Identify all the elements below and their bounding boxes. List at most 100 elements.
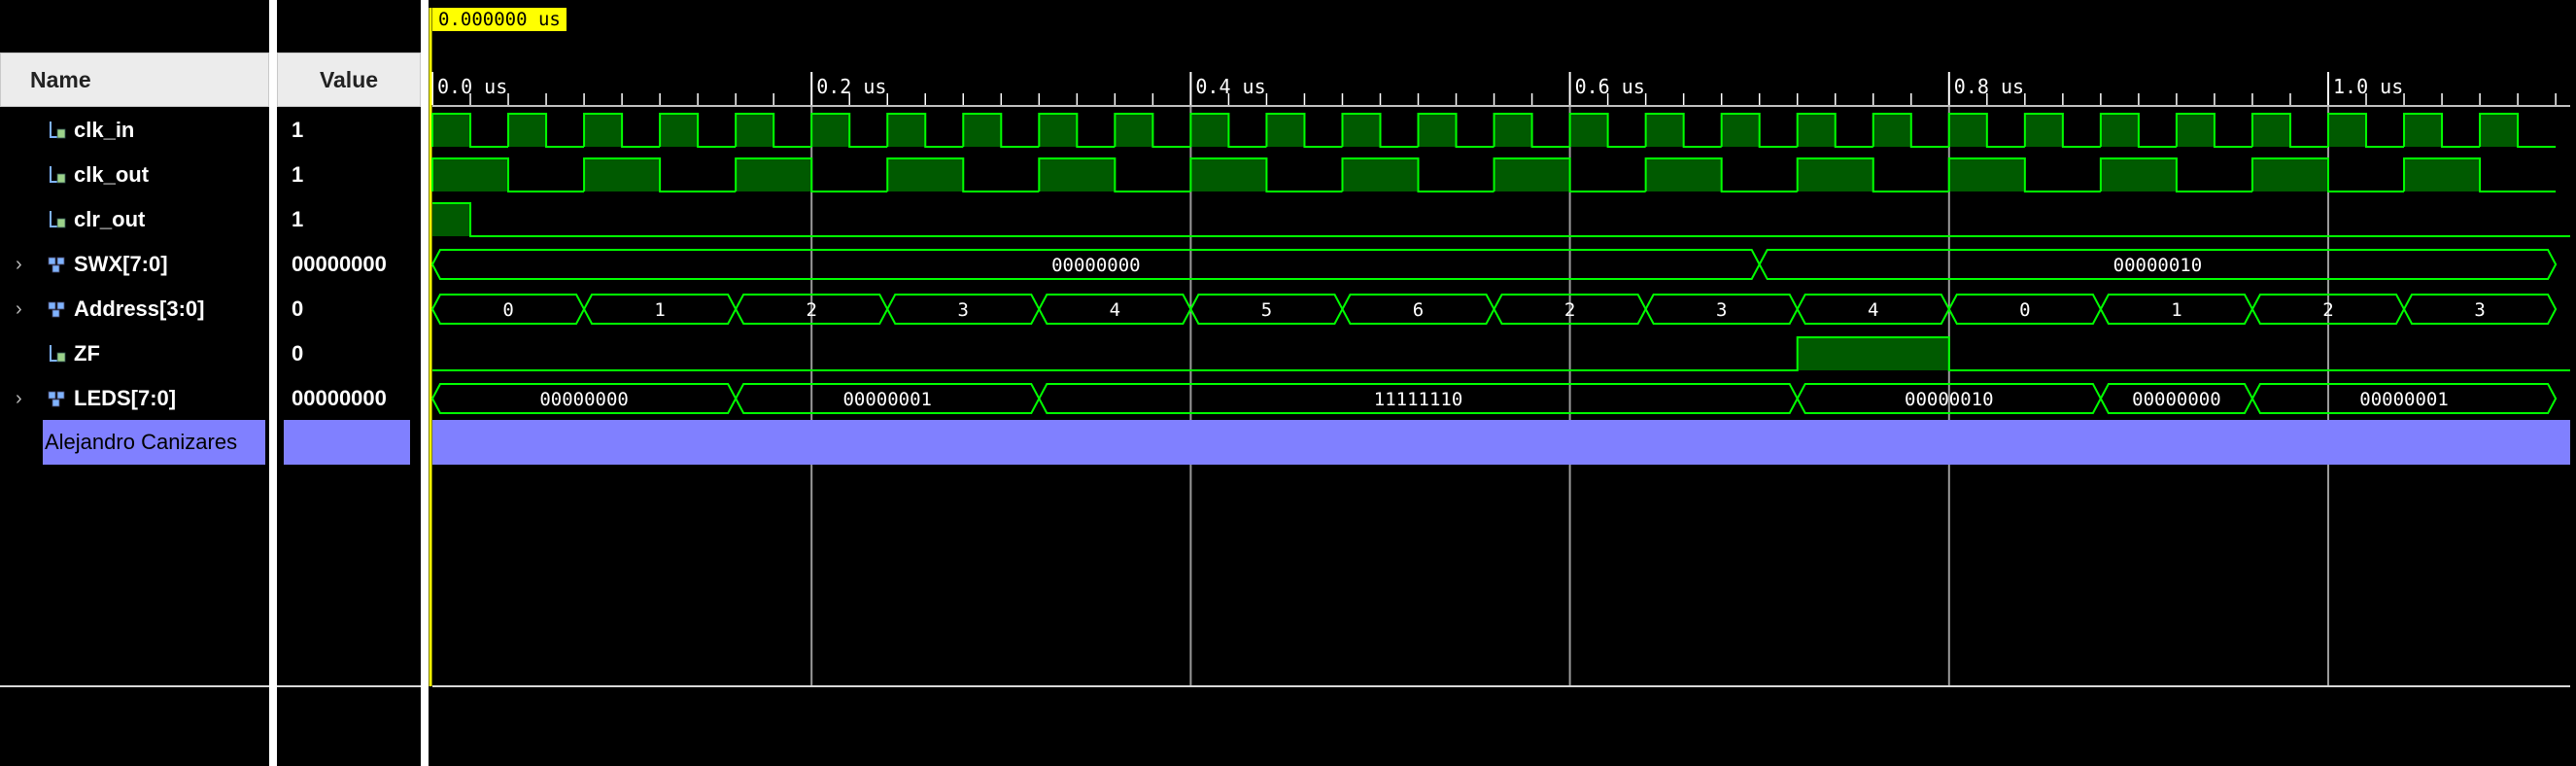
signal-row-clr-out[interactable]: clr_out bbox=[0, 197, 269, 242]
swx-value-label: 00000010 bbox=[2113, 255, 2203, 276]
expand-chevron-icon[interactable]: › bbox=[16, 287, 29, 331]
signal-name: LEDS[7:0] bbox=[74, 386, 177, 410]
panel-bottom-line bbox=[277, 685, 421, 687]
signal-row-clk-in[interactable]: clk_in bbox=[0, 108, 269, 153]
zf-trace bbox=[432, 336, 2570, 371]
clk-in-high-pulse bbox=[1115, 114, 1153, 147]
signal-value: 00000000 bbox=[292, 252, 387, 276]
address-value-label: 0 bbox=[502, 299, 513, 321]
names-panel: Name clk_in clk_out clr_out › SWX[7:0] ›… bbox=[0, 0, 269, 766]
signal-row-clk-out[interactable]: clk_out bbox=[0, 153, 269, 197]
clk-in-high-pulse bbox=[2328, 114, 2367, 147]
bus-signal-icon bbox=[47, 242, 68, 287]
clk-out-high-pulse bbox=[1342, 158, 1419, 192]
leds-value-label: 00000000 bbox=[539, 389, 629, 410]
divider-row-label[interactable]: Alejandro Canizares bbox=[43, 420, 265, 465]
clk-in-high-pulse bbox=[508, 114, 547, 147]
zf-high-pulse bbox=[1797, 337, 1949, 370]
panel-splitter[interactable] bbox=[421, 0, 429, 766]
address-value-label: 1 bbox=[654, 299, 665, 321]
clk-in-high-pulse bbox=[660, 114, 699, 147]
address-value-label: 2 bbox=[1564, 299, 1575, 321]
clr-out-high-pulse bbox=[432, 203, 471, 236]
signal-row-address[interactable]: › Address[3:0] bbox=[0, 287, 269, 331]
swx-value-label: 00000000 bbox=[1051, 255, 1141, 276]
signal-row-swx[interactable]: › SWX[7:0] bbox=[0, 242, 269, 287]
time-tick-label: 0.6 us bbox=[1575, 75, 1645, 98]
clk-in-high-pulse bbox=[1872, 114, 1911, 147]
leds-value-label: 00000010 bbox=[1905, 389, 1994, 410]
expand-chevron-icon[interactable]: › bbox=[16, 376, 29, 421]
clk-in-high-pulse bbox=[1494, 114, 1532, 147]
leds-value-label: 00000001 bbox=[842, 389, 932, 410]
clk-in-high-pulse bbox=[1721, 114, 1760, 147]
expand-chevron-icon[interactable]: › bbox=[16, 242, 29, 287]
clk-in-high-pulse bbox=[1645, 114, 1684, 147]
clk-in-high-pulse bbox=[2251, 114, 2290, 147]
address-value-label: 5 bbox=[1261, 299, 1272, 321]
address-value-label: 3 bbox=[1716, 299, 1727, 321]
bit-signal-icon bbox=[47, 108, 68, 153]
values-panel: Value 1 1 1 00000000 0 0 00000000 bbox=[277, 0, 421, 766]
address-value-label: 2 bbox=[806, 299, 816, 321]
waveform-panel[interactable]: 0.0 us 0.2 us 0.4 us 0.6 us 0.8 us 1.0 us 0000… bbox=[429, 0, 2576, 766]
signal-name: clk_out bbox=[74, 162, 150, 187]
clk-out-high-pulse bbox=[1948, 158, 2025, 192]
name-column-header[interactable]: Name bbox=[0, 52, 269, 107]
signal-value: 00000000 bbox=[292, 386, 387, 410]
address-value-label: 3 bbox=[2474, 299, 2485, 321]
address-value-label: 1 bbox=[2171, 299, 2181, 321]
address-value-label: 0 bbox=[2019, 299, 2030, 321]
signal-value: 1 bbox=[292, 207, 304, 231]
signal-row-leds[interactable]: › LEDS[7:0] bbox=[0, 376, 269, 421]
clk-out-high-pulse bbox=[1494, 158, 1570, 192]
address-value-label: 2 bbox=[2322, 299, 2333, 321]
address-value-label: 4 bbox=[1110, 299, 1120, 321]
clk-out-high-pulse bbox=[736, 158, 812, 192]
clk-in-high-pulse bbox=[432, 114, 471, 147]
divider-bar bbox=[432, 420, 2570, 465]
clk-in-high-pulse bbox=[1797, 114, 1836, 147]
time-tick-label: 0.4 us bbox=[1195, 75, 1265, 98]
bit-signal-icon bbox=[47, 331, 68, 376]
signal-name: ZF bbox=[74, 341, 100, 366]
clk-in-high-pulse bbox=[1418, 114, 1457, 147]
clk-in-high-pulse bbox=[2176, 114, 2215, 147]
signal-name: clr_out bbox=[74, 207, 146, 231]
address-value-label: 6 bbox=[1413, 299, 1424, 321]
signal-name: Address[3:0] bbox=[74, 296, 205, 321]
clk-out-high-pulse bbox=[2100, 158, 2177, 192]
divider-row-value[interactable] bbox=[284, 420, 410, 465]
clk-in-high-pulse bbox=[1190, 114, 1229, 147]
clk-in-high-pulse bbox=[887, 114, 926, 147]
bus-signal-icon bbox=[47, 376, 68, 421]
signal-value: 1 bbox=[292, 162, 304, 187]
waveform-canvas[interactable]: 0.0 us 0.2 us 0.4 us 0.6 us 0.8 us 1.0 us0000… bbox=[429, 0, 2576, 766]
bit-signal-icon bbox=[47, 153, 68, 197]
clk-in-high-pulse bbox=[736, 114, 774, 147]
clk-in-high-pulse bbox=[1266, 114, 1305, 147]
clk-in-high-pulse bbox=[2024, 114, 2063, 147]
clk-in-high-pulse bbox=[1342, 114, 1381, 147]
value-column-header[interactable]: Value bbox=[277, 52, 421, 107]
leds-value-label: 00000001 bbox=[2359, 389, 2449, 410]
clk-in-high-pulse bbox=[2480, 114, 2519, 147]
clk-out-high-pulse bbox=[2251, 158, 2328, 192]
address-value-label: 4 bbox=[1868, 299, 1878, 321]
clk-out-high-pulse bbox=[1039, 158, 1116, 192]
clk-in-high-pulse bbox=[963, 114, 1002, 147]
bus-signal-icon bbox=[47, 287, 68, 331]
leds-value-label: 11111110 bbox=[1374, 389, 1463, 410]
signal-value: 0 bbox=[292, 296, 304, 321]
clk-in-high-pulse bbox=[1039, 114, 1078, 147]
panel-splitter[interactable] bbox=[269, 0, 277, 766]
clk-out-high-pulse bbox=[1797, 158, 1873, 192]
signal-name: clk_in bbox=[74, 118, 135, 142]
clk-in-high-pulse bbox=[584, 114, 623, 147]
time-tick-label: 0.8 us bbox=[1954, 75, 2024, 98]
signal-value: 0 bbox=[292, 341, 304, 366]
clk-in-high-pulse bbox=[1948, 114, 1987, 147]
signal-row-zf[interactable]: ZF bbox=[0, 331, 269, 376]
time-tick-label: 0.2 us bbox=[816, 75, 886, 98]
cursor-time-label[interactable]: 0.000000 us bbox=[432, 8, 567, 31]
